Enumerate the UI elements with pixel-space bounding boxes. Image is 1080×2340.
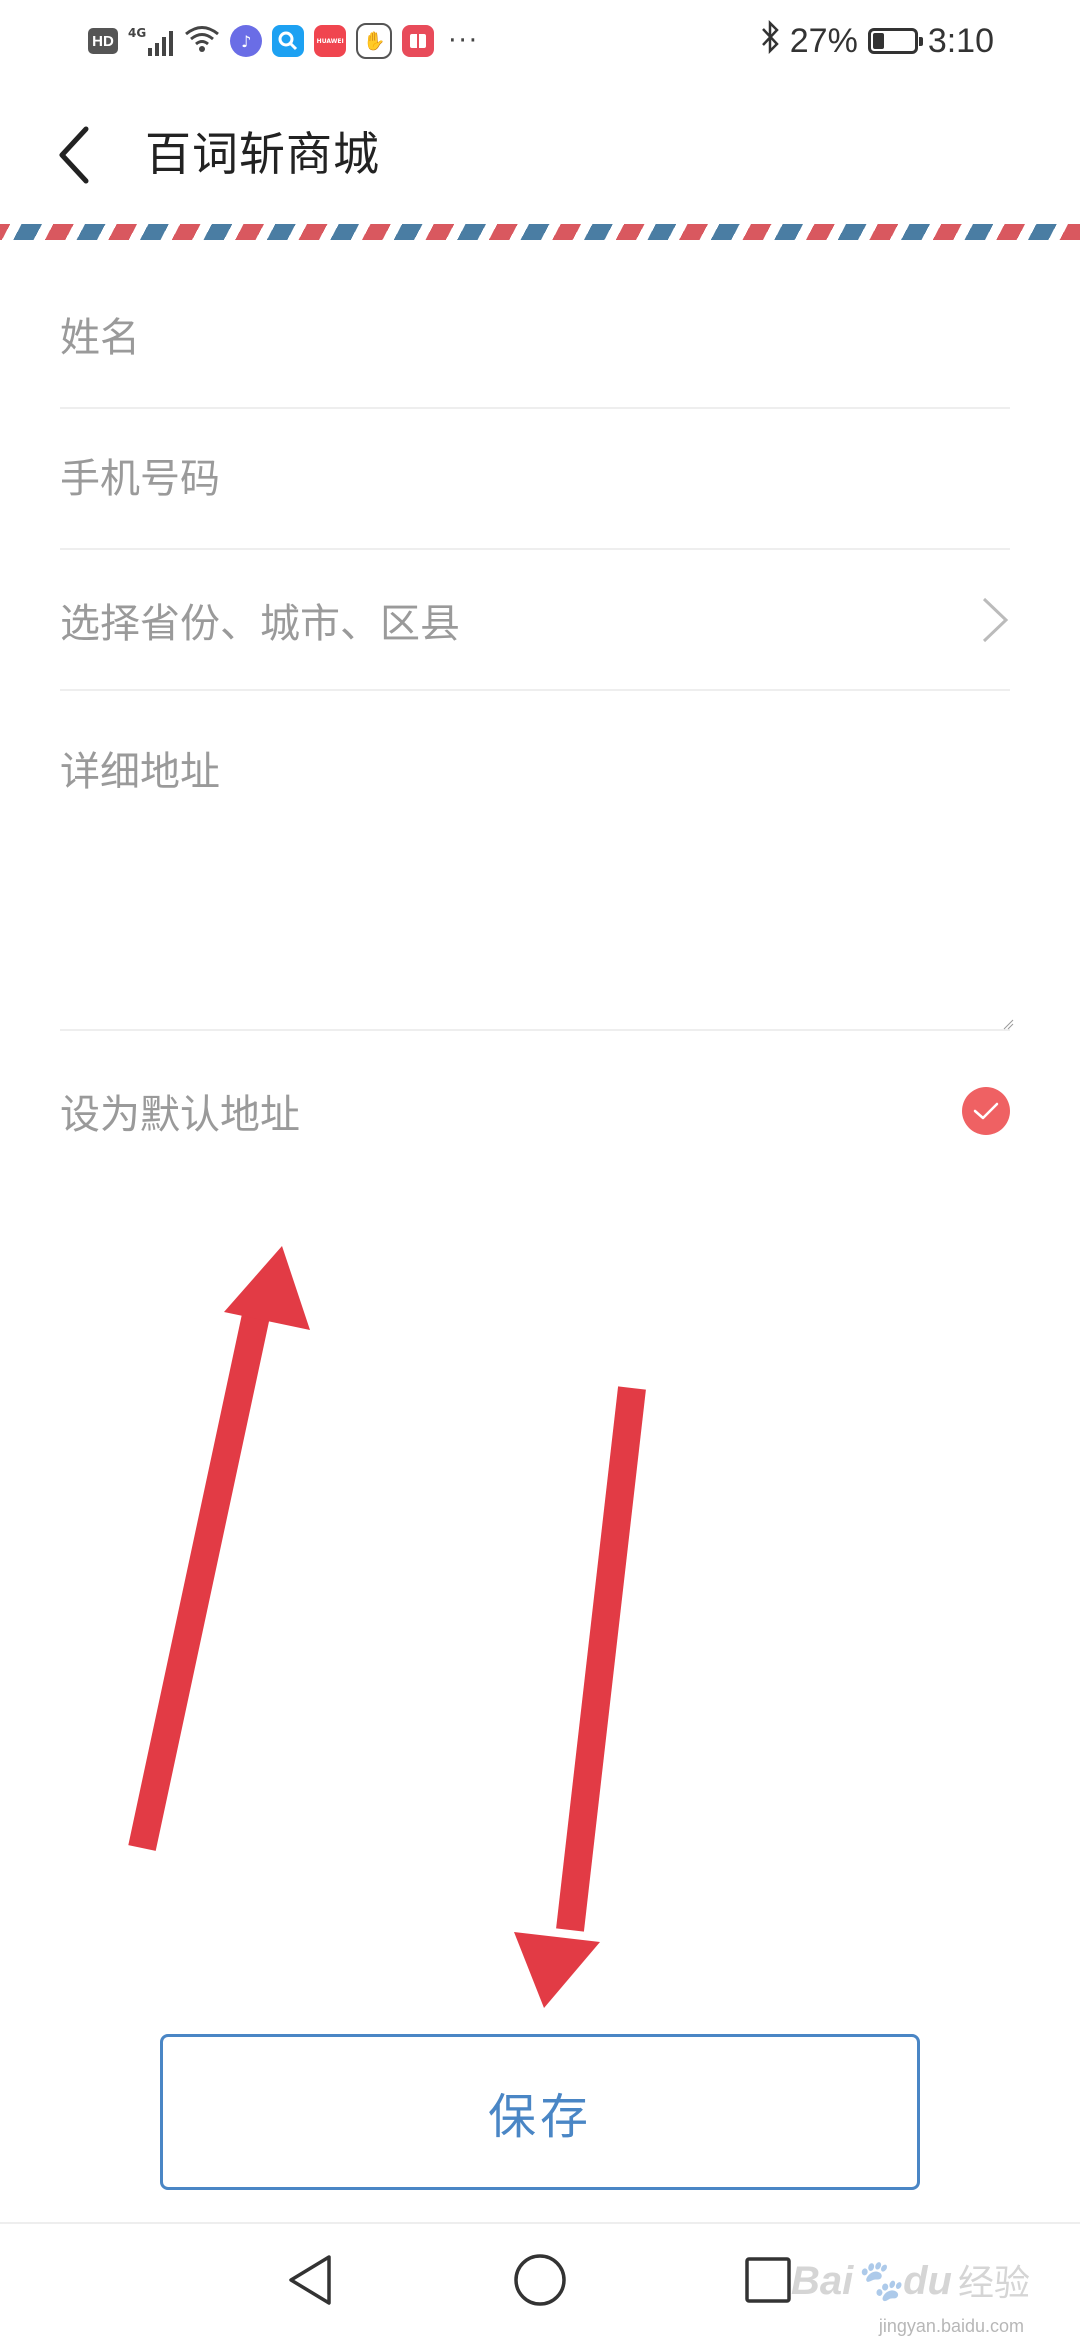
phone-row [60, 409, 1010, 550]
default-address-check-icon[interactable] [962, 1087, 1010, 1135]
bluetooth-icon [760, 19, 780, 63]
signal-4g-icon: 4G [128, 26, 174, 56]
status-left: HD 4G ♪ HUAWEI ✋ ··· [88, 20, 479, 62]
save-button[interactable]: 保存 [160, 2034, 920, 2190]
signal-label: 4G [128, 26, 147, 40]
phone-input[interactable] [60, 455, 1010, 502]
clock: 3:10 [927, 21, 994, 60]
nav-home-icon[interactable] [510, 2250, 570, 2310]
default-address-label: 设为默认地址 [60, 1092, 300, 1138]
baidu-watermark: Bai🐾du 经验 [791, 2254, 1030, 2306]
battery-percent: 27% [789, 21, 858, 60]
battery-icon [867, 28, 923, 54]
back-arrow-icon[interactable] [44, 120, 104, 190]
name-input[interactable] [60, 314, 1010, 361]
system-nav-bar: Bai🐾du 经验 jingyan.baidu.com [0, 2222, 1080, 2340]
watermark-brand: Bai🐾du [791, 2257, 952, 2304]
arrow-down-annotation [514, 1386, 646, 2008]
status-bar: HD 4G ♪ HUAWEI ✋ ··· 27% 3:10 [0, 0, 1080, 82]
watermark-url: jingyan.baidu.com [878, 2316, 1024, 2336]
more-notifications-icon: ··· [448, 26, 479, 56]
default-address-row: 设为默认地址 [60, 1031, 1010, 1191]
status-right: 27% 3:10 [760, 18, 994, 64]
detailed-address-textarea[interactable] [60, 739, 1010, 1059]
watermark-brand-du: du [903, 2258, 952, 2303]
app-header: 百词斩商城 [0, 100, 1080, 210]
name-row [60, 268, 1010, 409]
arrow-up-annotation [128, 1246, 310, 1851]
nav-back-icon[interactable] [280, 2250, 340, 2310]
chevron-right-icon [980, 595, 1010, 645]
region-selector[interactable]: 选择省份、城市、区县 [60, 550, 1010, 691]
huawei-app-icon: HUAWEI [314, 25, 347, 57]
music-icon: ♪ [230, 25, 263, 57]
hd-badge: HD [88, 28, 118, 54]
address-form: 选择省份、城市、区县 设为默认地址 [60, 268, 1014, 1191]
airmail-stripe-divider [0, 224, 1080, 240]
address-row [60, 691, 1014, 1059]
wifi-icon [184, 25, 220, 57]
hand-app-icon: ✋ [356, 23, 393, 59]
paw-icon: 🐾 [853, 2258, 904, 2303]
watermark-brand-bai: Bai [791, 2258, 854, 2303]
watermark-cn: 经验 [957, 2263, 1030, 2304]
book-app-icon [402, 25, 435, 57]
region-placeholder: 选择省份、城市、区县 [60, 600, 460, 647]
battery-fill [872, 33, 884, 49]
search-app-icon [272, 25, 305, 57]
page-title: 百词斩商城 [145, 127, 380, 181]
nav-recents-icon[interactable] [738, 2250, 798, 2310]
resize-grip-icon[interactable] [1002, 1015, 1014, 1030]
